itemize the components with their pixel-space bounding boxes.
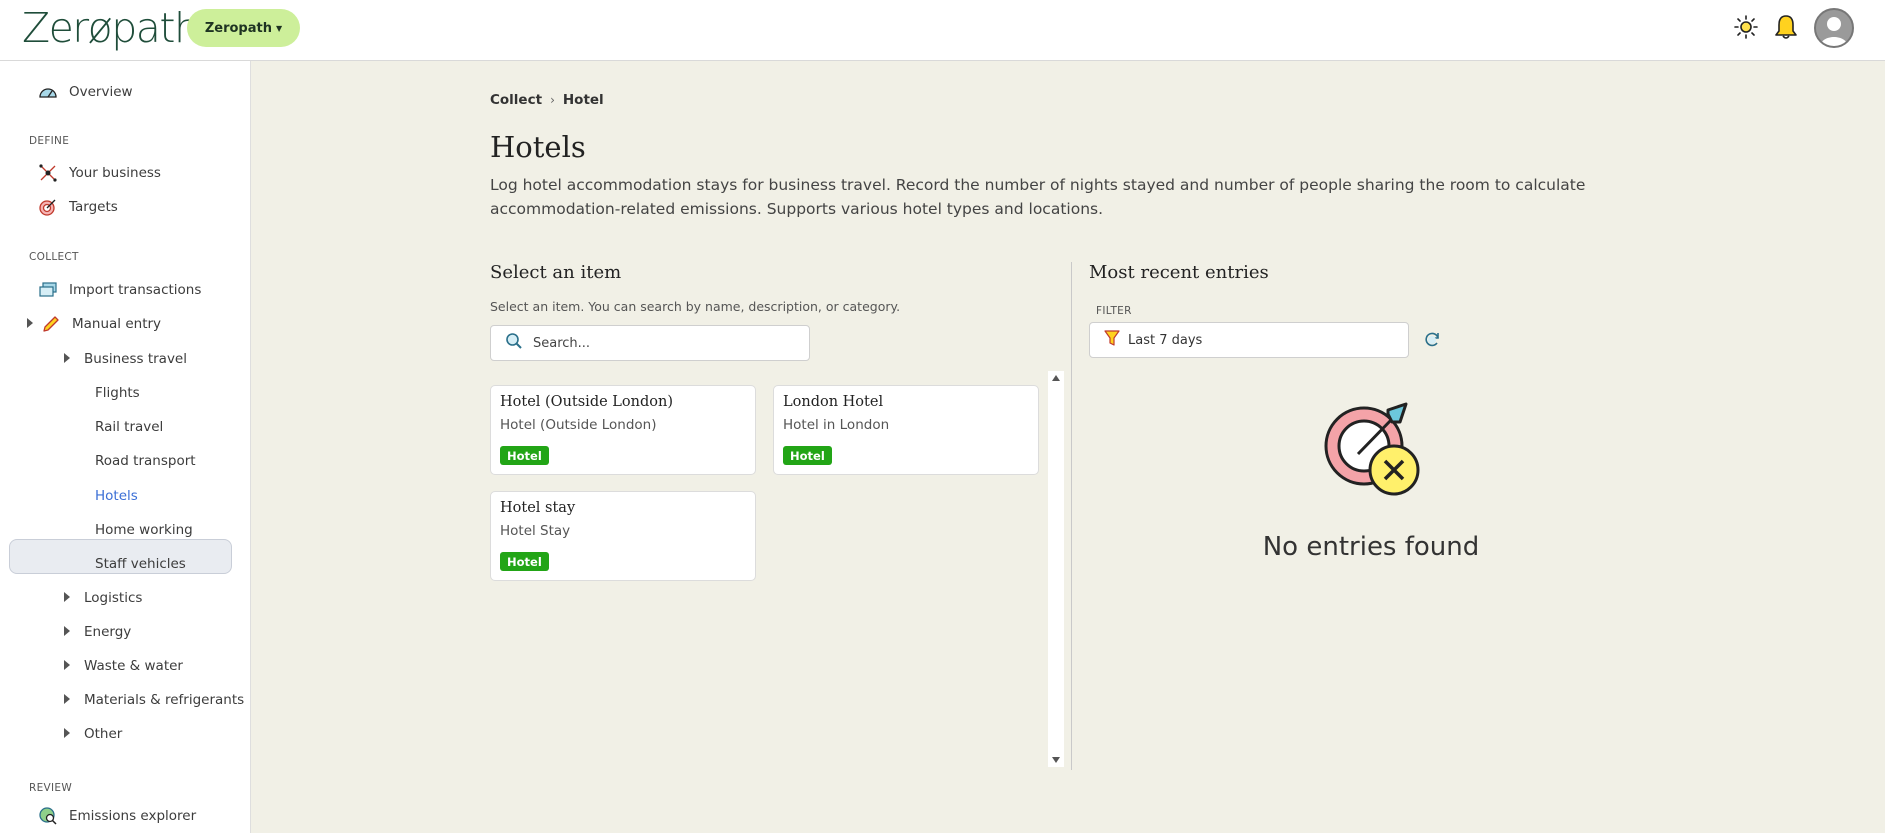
- category-badge: Hotel: [783, 446, 832, 465]
- sidebar-item-label: Rail travel: [95, 419, 164, 435]
- sidebar-item-business-travel[interactable]: Business travel: [84, 342, 187, 376]
- breadcrumb-separator-icon: ›: [550, 93, 555, 107]
- item-card-title: Hotel (Outside London): [500, 394, 673, 410]
- sidebar-item-label: Home working: [95, 522, 193, 538]
- select-panel-title: Select an item: [490, 262, 622, 283]
- sidebar-item-overview[interactable]: Overview: [37, 75, 133, 109]
- sidebar-item-label: Import transactions: [69, 282, 202, 298]
- section-label-define: DEFINE: [29, 135, 70, 147]
- breadcrumb-current: Hotel: [562, 92, 604, 108]
- expand-triangle-icon[interactable]: [64, 728, 70, 738]
- search-icon: [505, 332, 523, 354]
- item-card-title: Hotel stay: [500, 500, 576, 516]
- item-card-hotel-stay[interactable]: Hotel stay Hotel Stay Hotel: [490, 491, 756, 581]
- section-label-review: REVIEW: [29, 782, 73, 794]
- organisation-name: Zeropath: [204, 20, 272, 36]
- sidebar-item-label: Overview: [69, 84, 133, 100]
- search-input[interactable]: Search...: [490, 325, 810, 361]
- sidebar-item-label: Manual entry: [72, 316, 162, 332]
- caret-down-icon: ▼: [275, 23, 283, 33]
- sidebar-item-label: Hotels: [95, 488, 138, 504]
- user-avatar[interactable]: [1814, 8, 1854, 48]
- funnel-icon: [1104, 329, 1120, 351]
- sidebar-item-label: Targets: [69, 199, 118, 215]
- scroll-up-arrow-icon[interactable]: [1052, 375, 1060, 381]
- sidebar-item-your-business[interactable]: Your business: [37, 156, 161, 190]
- section-label-collect: COLLECT: [29, 251, 79, 263]
- sidebar-item-label: Materials & refrigerants: [84, 692, 245, 708]
- empty-state-text: No entries found: [1262, 532, 1480, 562]
- dashboard-gauge-icon: [37, 81, 59, 103]
- page-title: Hotels: [490, 130, 586, 164]
- sidebar-item-rail-travel[interactable]: Rail travel: [95, 410, 163, 444]
- date-filter-select[interactable]: Last 7 days: [1089, 322, 1409, 358]
- sidebar-item-label: Emissions explorer: [69, 808, 197, 824]
- item-card-subtitle: Hotel Stay: [500, 523, 571, 539]
- sidebar-item-flights[interactable]: Flights: [95, 376, 140, 410]
- target-icon: [37, 196, 59, 218]
- stacked-cards-icon: [37, 279, 59, 301]
- page-description: Log hotel accommodation stays for busine…: [490, 176, 1586, 218]
- sidebar-item-label: Business travel: [84, 351, 187, 367]
- breadcrumb: Collect › Hotel: [490, 92, 604, 108]
- sidebar-item-label: Flights: [95, 385, 140, 401]
- breadcrumb-collect-link[interactable]: Collect: [490, 92, 542, 108]
- sun-icon[interactable]: [1731, 12, 1761, 42]
- filter-label: FILTER: [1096, 305, 1132, 317]
- item-card-subtitle: Hotel (Outside London): [500, 417, 657, 433]
- sidebar-item-targets[interactable]: Targets: [37, 190, 118, 224]
- sidebar-item-staff-vehicles[interactable]: Staff vehicles: [95, 547, 186, 581]
- sidebar-item-hotels[interactable]: Hotels: [95, 479, 138, 513]
- sidebar-item-label: Other: [84, 726, 123, 742]
- item-list-scrollbar[interactable]: [1048, 371, 1064, 767]
- item-card-hotel-outside-london[interactable]: Hotel (Outside London) Hotel (Outside Lo…: [490, 385, 756, 475]
- expand-triangle-icon[interactable]: [64, 353, 70, 363]
- top-bar: Zerøpath Zeropath ▼: [0, 0, 1885, 61]
- select-panel-hint: Select an item. You can search by name, …: [490, 299, 901, 314]
- expand-triangle-icon[interactable]: [64, 660, 70, 670]
- sidebar-item-label: Road transport: [95, 453, 196, 469]
- category-badge: Hotel: [500, 552, 549, 571]
- sidebar-item-energy[interactable]: Energy: [84, 615, 131, 649]
- sidebar-item-label: Staff vehicles: [95, 556, 186, 572]
- organisation-switcher-button[interactable]: Zeropath ▼: [187, 9, 300, 47]
- sidebar-item-other[interactable]: Other: [84, 717, 122, 751]
- pencil-icon: [40, 313, 62, 335]
- sidebar-item-road-transport[interactable]: Road transport: [95, 444, 196, 478]
- globe-magnifier-icon: [37, 805, 59, 827]
- item-card-subtitle: Hotel in London: [783, 417, 890, 433]
- sidebar-item-label: Energy: [84, 624, 132, 640]
- sidebar-item-home-working[interactable]: Home working: [95, 513, 193, 547]
- sidebar: Overview DEFINE Your business Targets CO…: [0, 61, 251, 833]
- network-nodes-icon: [37, 162, 59, 184]
- expand-triangle-icon[interactable]: [64, 592, 70, 602]
- expand-triangle-icon[interactable]: [27, 318, 33, 328]
- target-missed-icon: [1318, 396, 1428, 506]
- category-badge: Hotel: [500, 446, 549, 465]
- sidebar-item-emissions-explorer[interactable]: Emissions explorer: [37, 799, 196, 833]
- bell-icon[interactable]: [1771, 12, 1801, 42]
- expand-triangle-icon[interactable]: [64, 694, 70, 704]
- expand-triangle-icon[interactable]: [64, 626, 70, 636]
- sidebar-item-import-transactions[interactable]: Import transactions: [37, 273, 201, 307]
- item-card-title: London Hotel: [783, 394, 884, 410]
- filter-value: Last 7 days: [1128, 332, 1203, 348]
- sidebar-item-materials-refrigerants[interactable]: Materials & refrigerants: [84, 683, 244, 717]
- item-card-london-hotel[interactable]: London Hotel Hotel in London Hotel: [773, 385, 1039, 475]
- sidebar-item-logistics[interactable]: Logistics: [84, 581, 142, 615]
- sidebar-item-label: Waste & water: [84, 658, 183, 674]
- sidebar-item-manual-entry[interactable]: Manual entry: [40, 307, 161, 341]
- recent-entries-title: Most recent entries: [1089, 262, 1269, 283]
- search-placeholder: Search...: [533, 335, 591, 351]
- sidebar-item-waste-water[interactable]: Waste & water: [84, 649, 183, 683]
- panel-divider: [1071, 262, 1072, 770]
- sidebar-item-label: Logistics: [84, 590, 143, 606]
- app-logo[interactable]: Zerøpath: [22, 4, 200, 52]
- refresh-icon[interactable]: [1422, 330, 1442, 350]
- scroll-down-arrow-icon[interactable]: [1052, 757, 1060, 763]
- sidebar-item-label: Your business: [69, 165, 161, 181]
